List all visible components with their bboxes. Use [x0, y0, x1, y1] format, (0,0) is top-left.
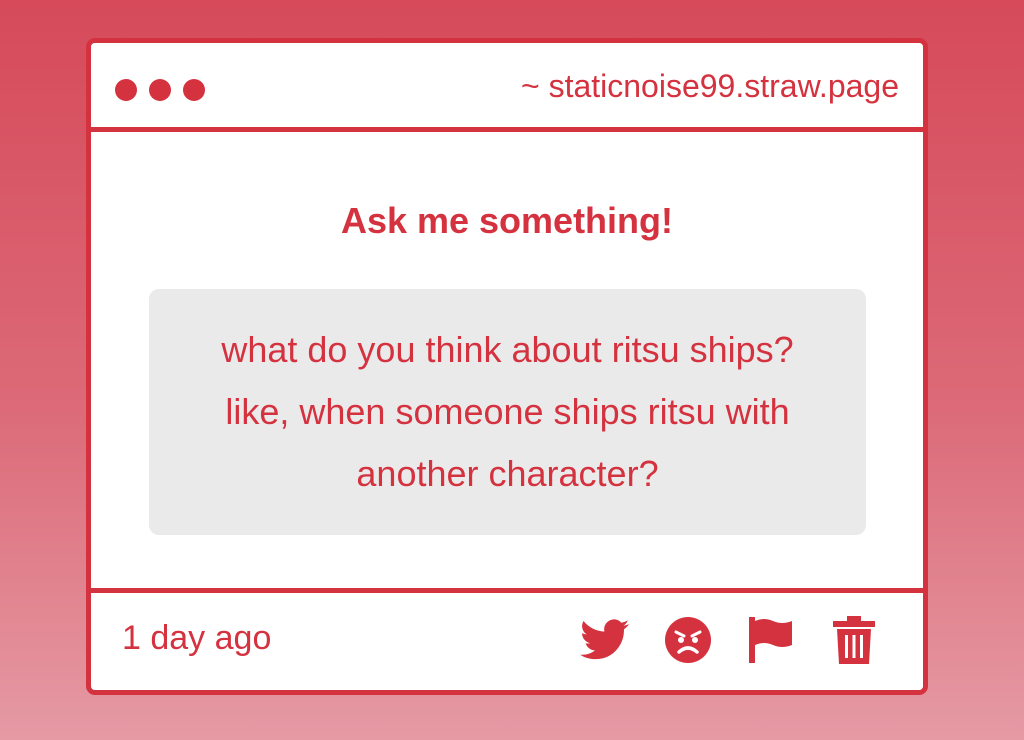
angry-reaction-button[interactable] — [663, 615, 713, 665]
flag-icon — [749, 617, 792, 663]
question-card: what do you think about ritsu ships? lik… — [149, 289, 866, 535]
window-dot-icon[interactable] — [149, 79, 171, 101]
trash-icon — [833, 616, 875, 664]
page-url[interactable]: ~ staticnoise99.straw.page — [521, 68, 899, 105]
timestamp: 1 day ago — [122, 619, 272, 657]
ask-content: Ask me something! what do you think abou… — [91, 132, 923, 591]
twitter-icon — [580, 619, 630, 660]
action-buttons — [580, 615, 879, 665]
question-text: what do you think about ritsu ships? lik… — [221, 329, 794, 494]
report-flag-button[interactable] — [746, 615, 796, 665]
window-dot-icon[interactable] — [183, 79, 205, 101]
window-controls — [115, 79, 205, 101]
delete-button[interactable] — [829, 615, 879, 665]
twitter-share-button[interactable] — [580, 615, 630, 665]
angry-face-icon — [665, 617, 711, 663]
footer-bar: 1 day ago — [91, 588, 923, 690]
title-bar: ~ staticnoise99.straw.page — [91, 43, 923, 132]
page-title: Ask me something! — [340, 200, 674, 241]
window-dot-icon[interactable] — [115, 79, 137, 101]
browser-window: ~ staticnoise99.straw.page Ask me someth… — [86, 38, 928, 695]
